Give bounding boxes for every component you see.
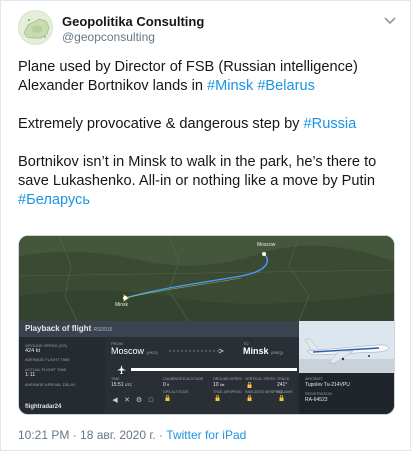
hashtag-belarus-ru[interactable]: #Беларусь bbox=[18, 192, 90, 208]
ground-speed2-number: 10 bbox=[213, 382, 219, 388]
tweet-header: Geopolitika Consulting @geopconsulting bbox=[18, 10, 398, 45]
from-city: Moscow bbox=[111, 346, 145, 356]
tweet-source-link[interactable]: Twitter for iPad bbox=[166, 428, 246, 442]
tweet-timestamp[interactable]: 10:21 PM · 18 авг. 2020 г. · bbox=[18, 428, 166, 442]
from-code: (VKO) bbox=[146, 350, 158, 355]
lock-icon bbox=[215, 395, 220, 401]
squawk-label: SQUAWK bbox=[277, 390, 293, 394]
tweet-text: Plane used by Director of FSB (Russian i… bbox=[18, 58, 398, 210]
hashtag-minsk[interactable]: #Minsk bbox=[207, 78, 253, 94]
chevron-down-icon[interactable] bbox=[382, 14, 398, 28]
registration-label: REGISTRATION bbox=[305, 392, 332, 396]
lock-icon bbox=[247, 395, 252, 401]
tweet-text-line2: Extremely provocative & dangerous step b… bbox=[18, 116, 304, 132]
ground-speed2-unit: kts bbox=[219, 383, 225, 387]
to-code: (MSQ) bbox=[271, 350, 283, 355]
map-label-minsk: Minsk bbox=[115, 302, 129, 308]
panel-title: Playback of flight RSD916 bbox=[25, 324, 112, 333]
flight-panel: Playback of flight RSD916 GROUND SPEED (… bbox=[19, 321, 394, 414]
gps-altitude-label: GPS ALTITUDE bbox=[163, 390, 189, 394]
tweet-paragraph-2: Extremely provocative & dangerous step b… bbox=[18, 115, 398, 134]
track-label: TRACK bbox=[277, 377, 290, 381]
vertical-speed-label: VERTICAL SPEED bbox=[245, 377, 276, 381]
aircraft-label: AIRCRAFT bbox=[305, 377, 323, 381]
time-value-text: 15:51 bbox=[111, 382, 124, 388]
lock-icon bbox=[165, 395, 170, 401]
from-airport: Moscow (VKO) bbox=[111, 346, 158, 356]
ground-speed2-value: 10 kts bbox=[213, 382, 224, 388]
track-value: 241° bbox=[277, 382, 288, 388]
flight-progress-fill bbox=[131, 368, 297, 371]
flight-progress-bar[interactable] bbox=[131, 368, 297, 371]
calibrated-altitude-number: 0 bbox=[163, 382, 166, 388]
time-value: 15:51 UTC bbox=[111, 382, 132, 388]
flight-stats: GROUND SPEED (GS) 424 kt AVERAGE FLIGHT … bbox=[19, 337, 105, 414]
time-unit: UTC bbox=[124, 383, 133, 387]
aircraft-value: Tupolev Tu-214VPU bbox=[305, 382, 350, 388]
to-city: Minsk bbox=[243, 346, 269, 356]
calibrated-altitude-unit: ft bbox=[167, 383, 170, 387]
rewind-icon[interactable]: ◀ bbox=[111, 397, 119, 405]
flight-code: RSD916 bbox=[93, 327, 113, 333]
panel-title-bar: Playback of flight RSD916 bbox=[19, 321, 299, 337]
calibrated-altitude-label: CALIBRATED ALTITUDE bbox=[163, 377, 204, 381]
flightradar24-logo: flightradar24 bbox=[25, 404, 62, 410]
aircraft-info: AIRCRAFT Tupolev Tu-214VPU REGISTRATION … bbox=[299, 321, 394, 414]
author-name[interactable]: Geopolitika Consulting bbox=[62, 14, 204, 29]
lock-icon bbox=[279, 395, 284, 401]
tweet-meta: 10:21 PM · 18 авг. 2020 г. · Twitter for… bbox=[18, 428, 246, 442]
panel-title-text: Playback of flight bbox=[25, 324, 92, 333]
to-airport: Minsk (MSQ) bbox=[243, 346, 283, 356]
avatar[interactable] bbox=[18, 10, 53, 45]
ground-speed2-label: GROUND SPEED bbox=[213, 377, 243, 381]
hashtag-russia[interactable]: #Russia bbox=[304, 116, 357, 132]
arrival-delay-label: AVERAGE ARRIVAL DELAY bbox=[25, 382, 76, 387]
flight-map bbox=[19, 236, 394, 321]
tweet-paragraph-1: Plane used by Director of FSB (Russian i… bbox=[18, 58, 398, 96]
tweet-paragraph-3: Bortnikov isn’t in Minsk to walk in the … bbox=[18, 153, 398, 210]
speed-icon[interactable]: ✕ bbox=[123, 397, 131, 405]
registration-value: RA-64523 bbox=[305, 397, 328, 403]
tweet-text-line3: Bortnikov isn’t in Minsk to walk in the … bbox=[18, 154, 377, 189]
ground-speed-value: 424 kt bbox=[25, 348, 40, 354]
settings-icon[interactable]: ⚙ bbox=[135, 397, 143, 405]
time-label: TIME bbox=[111, 377, 120, 381]
map-label-moscow: Moscow bbox=[257, 242, 276, 248]
calibrated-altitude-value: 0 ft bbox=[163, 382, 169, 388]
airplane-icon bbox=[117, 365, 126, 374]
avatar-map-image bbox=[19, 11, 52, 44]
tweet-media-image[interactable]: Moscow Minsk Playback of flight RSD916 G… bbox=[18, 235, 395, 415]
lock-icon bbox=[247, 382, 252, 388]
aircraft-photo bbox=[299, 321, 394, 373]
tweet-card: Geopolitika Consulting @geopconsulting P… bbox=[0, 0, 411, 451]
author-handle[interactable]: @geopconsulting bbox=[62, 30, 155, 44]
hashtag-belarus[interactable]: #Belarus bbox=[257, 78, 315, 94]
fullscreen-icon[interactable]: □ bbox=[147, 397, 155, 405]
flight-time-value: 1:11 bbox=[25, 372, 36, 378]
flight-time-label: AVERAGE FLIGHT TIME bbox=[25, 357, 70, 362]
arrow-right-icon bbox=[169, 348, 224, 354]
true-airspeed-label: TRUE AIRSPEED bbox=[213, 390, 242, 394]
